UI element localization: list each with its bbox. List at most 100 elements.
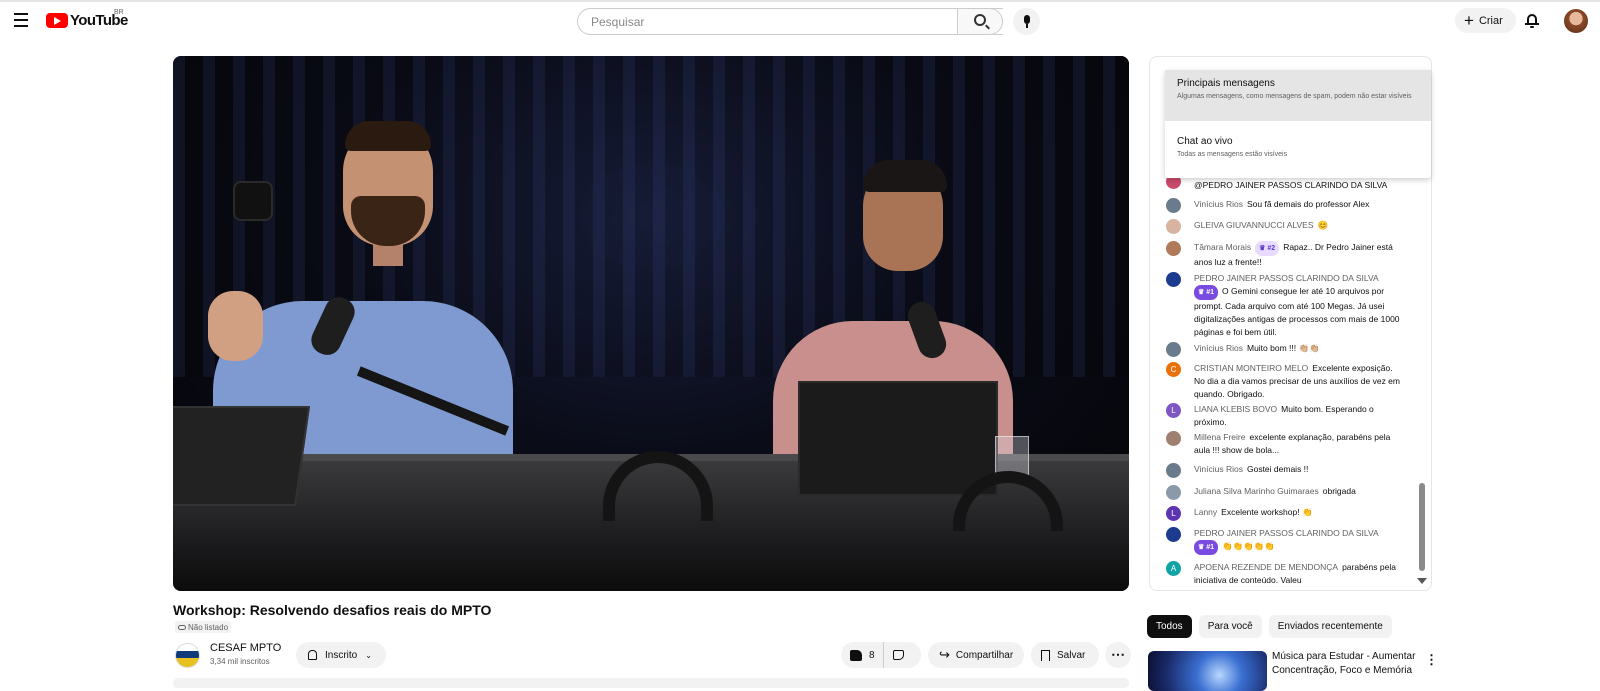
subscribe-button[interactable]: Inscrito ⌄ [296,642,386,668]
create-button[interactable]: + Criar [1455,8,1516,33]
search-icon [974,14,986,26]
youtube-play-icon [46,13,68,28]
share-arrow-icon: ↪ [939,647,950,662]
create-label: Criar [1478,14,1503,27]
bookmark-icon [1041,649,1050,661]
channel-name[interactable]: CESAF MPTO [210,642,281,654]
country-code: BR [114,9,124,16]
search-button[interactable] [957,8,1003,35]
chat-message: Juliana Silva Marinho Guimaraes obrigada [1166,485,1401,500]
menu-item-label: Chat ao vivo [1177,136,1233,147]
author-name[interactable]: Vinícius Rios [1194,464,1243,474]
author-avatar [1166,527,1181,542]
chat-mode-top-messages[interactable]: Principais mensagens Algumas mensagens, … [1165,70,1431,121]
share-label: Compartilhar [955,649,1014,661]
message-text: O Gemini consegue ler até 10 arquivos po… [1194,286,1400,337]
more-vert-icon[interactable]: ⋮ [1425,652,1438,668]
thumbs-down-icon [893,650,905,660]
chat-message: A APOENA REZENDE DE MENDONÇA parabéns pel… [1166,561,1401,587]
scroll-down-arrow-icon[interactable] [1417,578,1427,584]
recommendation-thumbnail[interactable] [1148,651,1267,691]
bell-icon [308,650,317,660]
laptop [798,381,998,496]
dislike-button[interactable] [884,642,914,668]
channel-avatar[interactable] [175,643,200,668]
chat-message: GLEIVA GIUVANNUCCI ALVES 😊 [1166,219,1401,234]
chat-message: Tâmara Morais ♛ #2 Rapaz.. Dr Pedro Jainer… [1166,241,1401,269]
chat-message: @PEDRO JAINER PASSOS CLARINDO DA SILVA [1166,174,1401,192]
author-name[interactable]: Lanny [1194,507,1217,517]
author-name[interactable]: PEDRO JAINER PASSOS CLARINDO DA SILVA [1194,273,1379,283]
author-avatar [1166,198,1181,213]
subscribe-label: Inscrito [325,649,358,661]
top-bar: YouTube BR + Criar [0,0,1600,38]
author-name[interactable]: Vinícius Rios [1194,343,1243,353]
author-name[interactable]: APOENA REZENDE DE MENDONÇA [1194,562,1338,572]
save-label: Salvar [1057,649,1086,661]
member-rank: #2 [1267,245,1276,252]
author-name[interactable]: Vinícius Rios [1194,199,1243,209]
author-avatar: C [1166,362,1181,377]
author-avatar [1166,485,1181,500]
member-rank: #1 [1206,289,1215,296]
youtube-logo[interactable]: YouTube BR [46,9,128,29]
menu-item-description: Todas as mensagens estão visíveis [1177,151,1288,158]
menu-item-description: Algumas mensagens, como mensagens de spa… [1177,93,1412,100]
search-box [577,8,1003,35]
video-title: Workshop: Resolvendo desafios reais do M… [173,602,492,618]
member-badge: ♛ #1 [1194,285,1219,300]
share-button[interactable]: ↪ Compartilhar [928,642,1024,668]
author-avatar: L [1166,506,1181,521]
author-avatar [1166,431,1181,446]
hamburger-menu-icon[interactable] [11,10,31,30]
message-text: 👏👏👏👏👏 [1222,541,1275,551]
author-name[interactable]: LIANA KLEBIS BOVO [1194,404,1277,414]
account-avatar[interactable] [1564,9,1588,33]
menu-item-label: Principais mensagens [1177,78,1275,89]
description-box[interactable] [173,678,1129,688]
message-text: Muito bom !!! 👏🏼👏🏼 [1246,343,1320,353]
chat-scrollbar[interactable] [1419,483,1425,571]
author-avatar [1166,272,1181,287]
video-player[interactable] [173,56,1129,591]
chat-message: Vinícius Rios Gostei demais !! [1166,463,1401,478]
more-actions-button[interactable]: ⋯ [1105,642,1131,668]
chip-for-you[interactable]: Para você [1198,615,1262,638]
like-button[interactable]: 8 [841,642,884,668]
recommendation-title[interactable]: Música para Estudar - Aumentar Concentra… [1272,650,1422,678]
search-input[interactable] [591,14,921,29]
member-badge: ♛ #1 [1194,540,1219,555]
message-text: Sou fã demais do professor Alex [1246,199,1370,209]
mic-icon [1024,15,1030,24]
author-name[interactable]: PEDRO JAINER PASSOS CLARINDO DA SILVA [1194,528,1379,538]
author-name[interactable]: CRISTIAN MONTEIRO MELO [1194,363,1308,373]
author-name[interactable]: GLEIVA GIUVANNUCCI ALVES [1194,220,1314,230]
like-dislike-group: 8 [841,642,921,668]
chat-message: Vinícius Rios Muito bom !!! 👏🏼👏🏼 [1166,342,1401,357]
message-text: 😊 [1317,220,1329,230]
author-name[interactable]: Tâmara Morais [1194,242,1251,252]
link-icon [178,624,186,630]
studio-camera [233,181,273,221]
chat-message: Millena Freire excelente explanação, para… [1166,431,1401,457]
author-name[interactable]: Juliana Silva Marinho Guimaraes [1194,486,1319,496]
filter-chips: Todos Para você Enviados recentemente [1147,615,1392,638]
chat-mode-live[interactable]: Chat ao vivo Todas as mensagens estão vi… [1165,127,1431,172]
author-avatar: A [1166,561,1181,576]
chat-message: C CRISTIAN MONTEIRO MELO Excelente exposi… [1166,362,1401,401]
notifications-bell-icon[interactable] [1525,13,1539,28]
chip-recently-uploaded[interactable]: Enviados recentemente [1268,615,1392,638]
author-avatar [1166,463,1181,478]
message-text: Excelente workshop! 👏 [1221,507,1313,517]
chat-message: L LIANA KLEBIS BOVO Muito bom. Esperando … [1166,403,1401,429]
author-avatar: L [1166,403,1181,418]
member-rank: #1 [1206,544,1215,551]
chevron-down-icon: ⌄ [365,650,372,660]
author-name[interactable]: Millena Freire [1194,432,1246,442]
like-count: 8 [869,649,875,661]
save-button[interactable]: Salvar [1031,642,1099,668]
author-avatar [1166,342,1181,357]
voice-search-button[interactable] [1013,8,1040,35]
author-avatar [1166,241,1181,256]
chip-all[interactable]: Todos [1147,615,1192,638]
